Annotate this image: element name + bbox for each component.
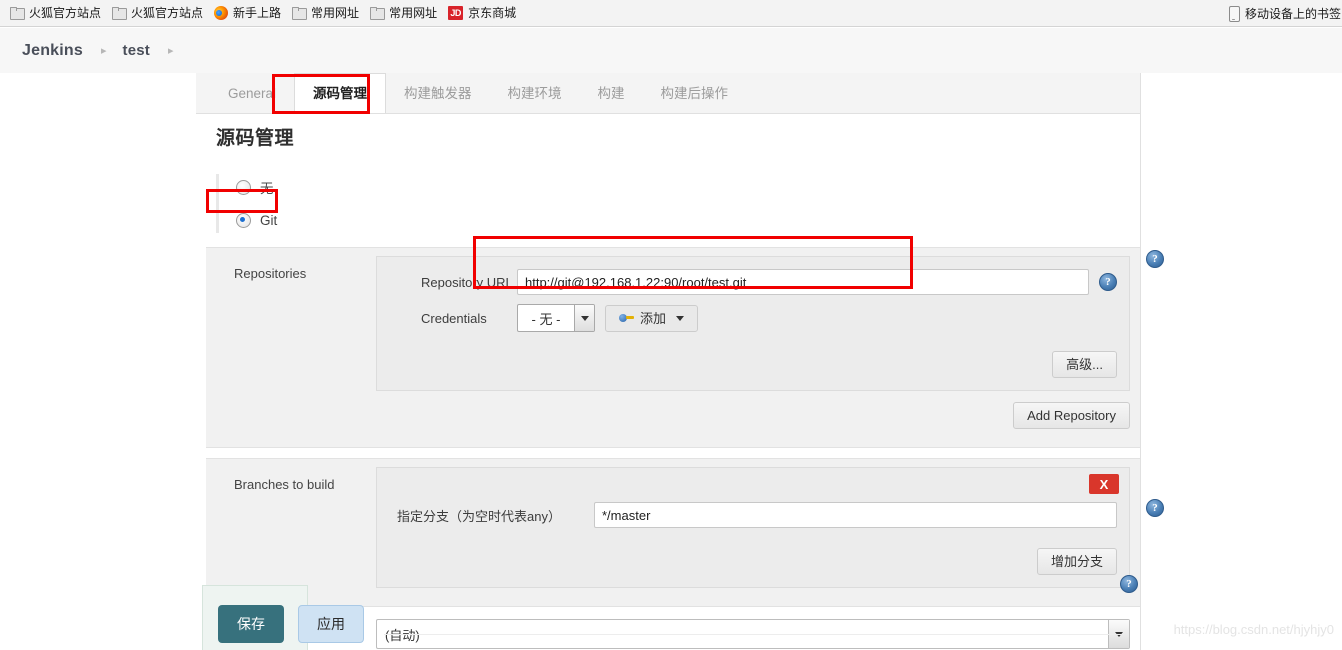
credentials-select[interactable]: - 无 -: [517, 304, 595, 332]
tab-general[interactable]: General: [210, 74, 294, 113]
tab-build[interactable]: 构建: [580, 74, 643, 113]
advanced-row: 高级...: [389, 351, 1117, 378]
folder-icon: [370, 7, 386, 20]
chevron-right-icon: ▸: [168, 45, 174, 57]
watermark: https://blog.csdn.net/hjyhjy0: [1173, 622, 1334, 637]
branches-block: Branches to build ? X 指定分支（为空时代表any） 增加分…: [206, 458, 1164, 607]
bookmark-label: 京东商城: [468, 6, 517, 20]
repository-url-input[interactable]: [517, 269, 1089, 295]
add-credentials-label: 添加: [640, 310, 667, 326]
folder-icon: [10, 7, 25, 20]
bookmark-label: 常用网址: [389, 6, 438, 20]
save-button[interactable]: 保存: [218, 605, 284, 643]
bookmark-item-mobile-devices[interactable]: 移动设备上的书签: [1225, 4, 1342, 24]
delete-branch-button[interactable]: X: [1089, 474, 1119, 494]
add-branch-row: 增加分支: [389, 548, 1117, 575]
jd-icon: JD: [448, 6, 464, 20]
scm-option-git-label: Git: [260, 212, 278, 228]
browser-bookmark-bar: 火狐官方站点 火狐官方站点 新手上路 常用网址 常用网址 JD 京东商城 移动设…: [0, 0, 1342, 27]
bookmark-item-firefox-site-1[interactable]: 火狐官方站点: [6, 4, 108, 22]
config-tab-bar: General 源码管理 构建触发器 构建环境 构建 构建后操作: [196, 73, 1140, 114]
bookmark-label: 移动设备上的书签: [1244, 6, 1341, 21]
scm-option-none-label: 无: [260, 181, 274, 196]
help-icon-repositories[interactable]: ?: [1146, 250, 1164, 268]
chevron-down-icon[interactable]: [574, 305, 594, 331]
breadcrumb-item-jenkins[interactable]: Jenkins: [22, 42, 83, 60]
advanced-button[interactable]: 高级...: [1052, 351, 1117, 378]
tab-post-build-actions[interactable]: 构建后操作: [643, 74, 747, 113]
save-buttons-group: 保存 应用: [218, 605, 364, 643]
repositories-block: Repositories ? Repository URL ? Credenti…: [206, 247, 1164, 448]
credentials-label: Credentials: [421, 310, 487, 326]
folder-icon: [292, 7, 308, 20]
bookmark-label: 火狐官方站点: [131, 6, 204, 20]
bookmark-label: 火狐官方站点: [29, 6, 102, 20]
radio-none-icon[interactable]: [236, 179, 251, 195]
scm-option-none[interactable]: 无: [231, 174, 1140, 200]
repositories-body: ? Repository URL ? Credentials - 无 -: [376, 250, 1164, 429]
repository-entry: Repository URL ? Credentials - 无 -: [376, 256, 1130, 391]
help-icon-branch-specifier[interactable]: ?: [1146, 499, 1164, 517]
bookmark-item-getting-started[interactable]: 新手上路: [210, 4, 288, 22]
branch-entry: X 指定分支（为空时代表any） 增加分支: [376, 467, 1130, 588]
bookmark-item-common-sites-1[interactable]: 常用网址: [288, 4, 366, 22]
key-icon: [619, 313, 634, 323]
mobile-bookmarks-container[interactable]: 移动设备上的书签: [1225, 0, 1342, 27]
credentials-row: Credentials - 无 - 添加: [389, 303, 1117, 333]
radio-git-icon[interactable]: [236, 212, 251, 228]
branch-specifier-input[interactable]: [594, 502, 1117, 528]
scm-option-git[interactable]: Git: [231, 207, 1140, 233]
branch-specifier-label: 指定分支（为空时代表any）: [397, 508, 561, 524]
scm-form: 源码管理 无 Git Repositories ? Repository URL…: [196, 113, 1164, 650]
bookmark-item-firefox-site-2[interactable]: 火狐官方站点: [108, 4, 210, 22]
repository-url-label: Repository URL: [421, 274, 513, 290]
add-branch-button[interactable]: 增加分支: [1036, 548, 1117, 575]
bookmark-label: 新手上路: [233, 6, 282, 20]
add-credentials-button[interactable]: 添加: [605, 304, 699, 332]
left-rail: [0, 73, 197, 650]
scm-radio-group: 无 Git: [216, 174, 1140, 233]
folder-icon: [112, 7, 128, 20]
branch-specifier-row: 指定分支（为空时代表any）: [389, 500, 1117, 530]
credentials-selected-value: - 无 -: [531, 311, 561, 327]
chevron-down-icon: [676, 315, 685, 321]
breadcrumb: Jenkins ▸ test ▸: [0, 28, 1342, 73]
bookmark-item-common-sites-2[interactable]: 常用网址: [366, 4, 444, 22]
add-repository-button[interactable]: Add Repository: [1013, 402, 1130, 429]
right-gutter: [1141, 73, 1342, 650]
chevron-right-icon: ▸: [101, 45, 107, 57]
screenshot-root: 火狐官方站点 火狐官方站点 新手上路 常用网址 常用网址 JD 京东商城 移动设…: [0, 0, 1342, 650]
apply-button[interactable]: 应用: [298, 605, 364, 643]
branches-body: ? X 指定分支（为空时代表any） 增加分支: [376, 467, 1164, 588]
branches-label: Branches to build: [234, 477, 335, 492]
help-icon-repository-url[interactable]: ?: [1099, 273, 1117, 291]
help-icon-repo-browser[interactable]: ?: [1120, 575, 1138, 593]
bottom-divider: [384, 634, 1124, 635]
mobile-device-icon: [1228, 5, 1240, 22]
tab-source-code-management[interactable]: 源码管理: [294, 73, 387, 113]
tab-build-triggers[interactable]: 构建触发器: [386, 74, 490, 113]
page-title: 源码管理: [216, 128, 295, 149]
repository-url-row: Repository URL ?: [389, 267, 1117, 297]
bookmark-item-jd[interactable]: JD 京东商城: [444, 4, 523, 22]
config-panel: General 源码管理 构建触发器 构建环境 构建 构建后操作 源码管理 无 …: [196, 73, 1164, 650]
tab-build-environment[interactable]: 构建环境: [490, 74, 580, 113]
breadcrumb-item-test[interactable]: test: [123, 42, 150, 59]
firefox-icon: [214, 6, 229, 20]
add-repository-row: Add Repository: [376, 402, 1130, 429]
repositories-label: Repositories: [234, 266, 307, 281]
bookmark-label: 常用网址: [311, 6, 360, 20]
